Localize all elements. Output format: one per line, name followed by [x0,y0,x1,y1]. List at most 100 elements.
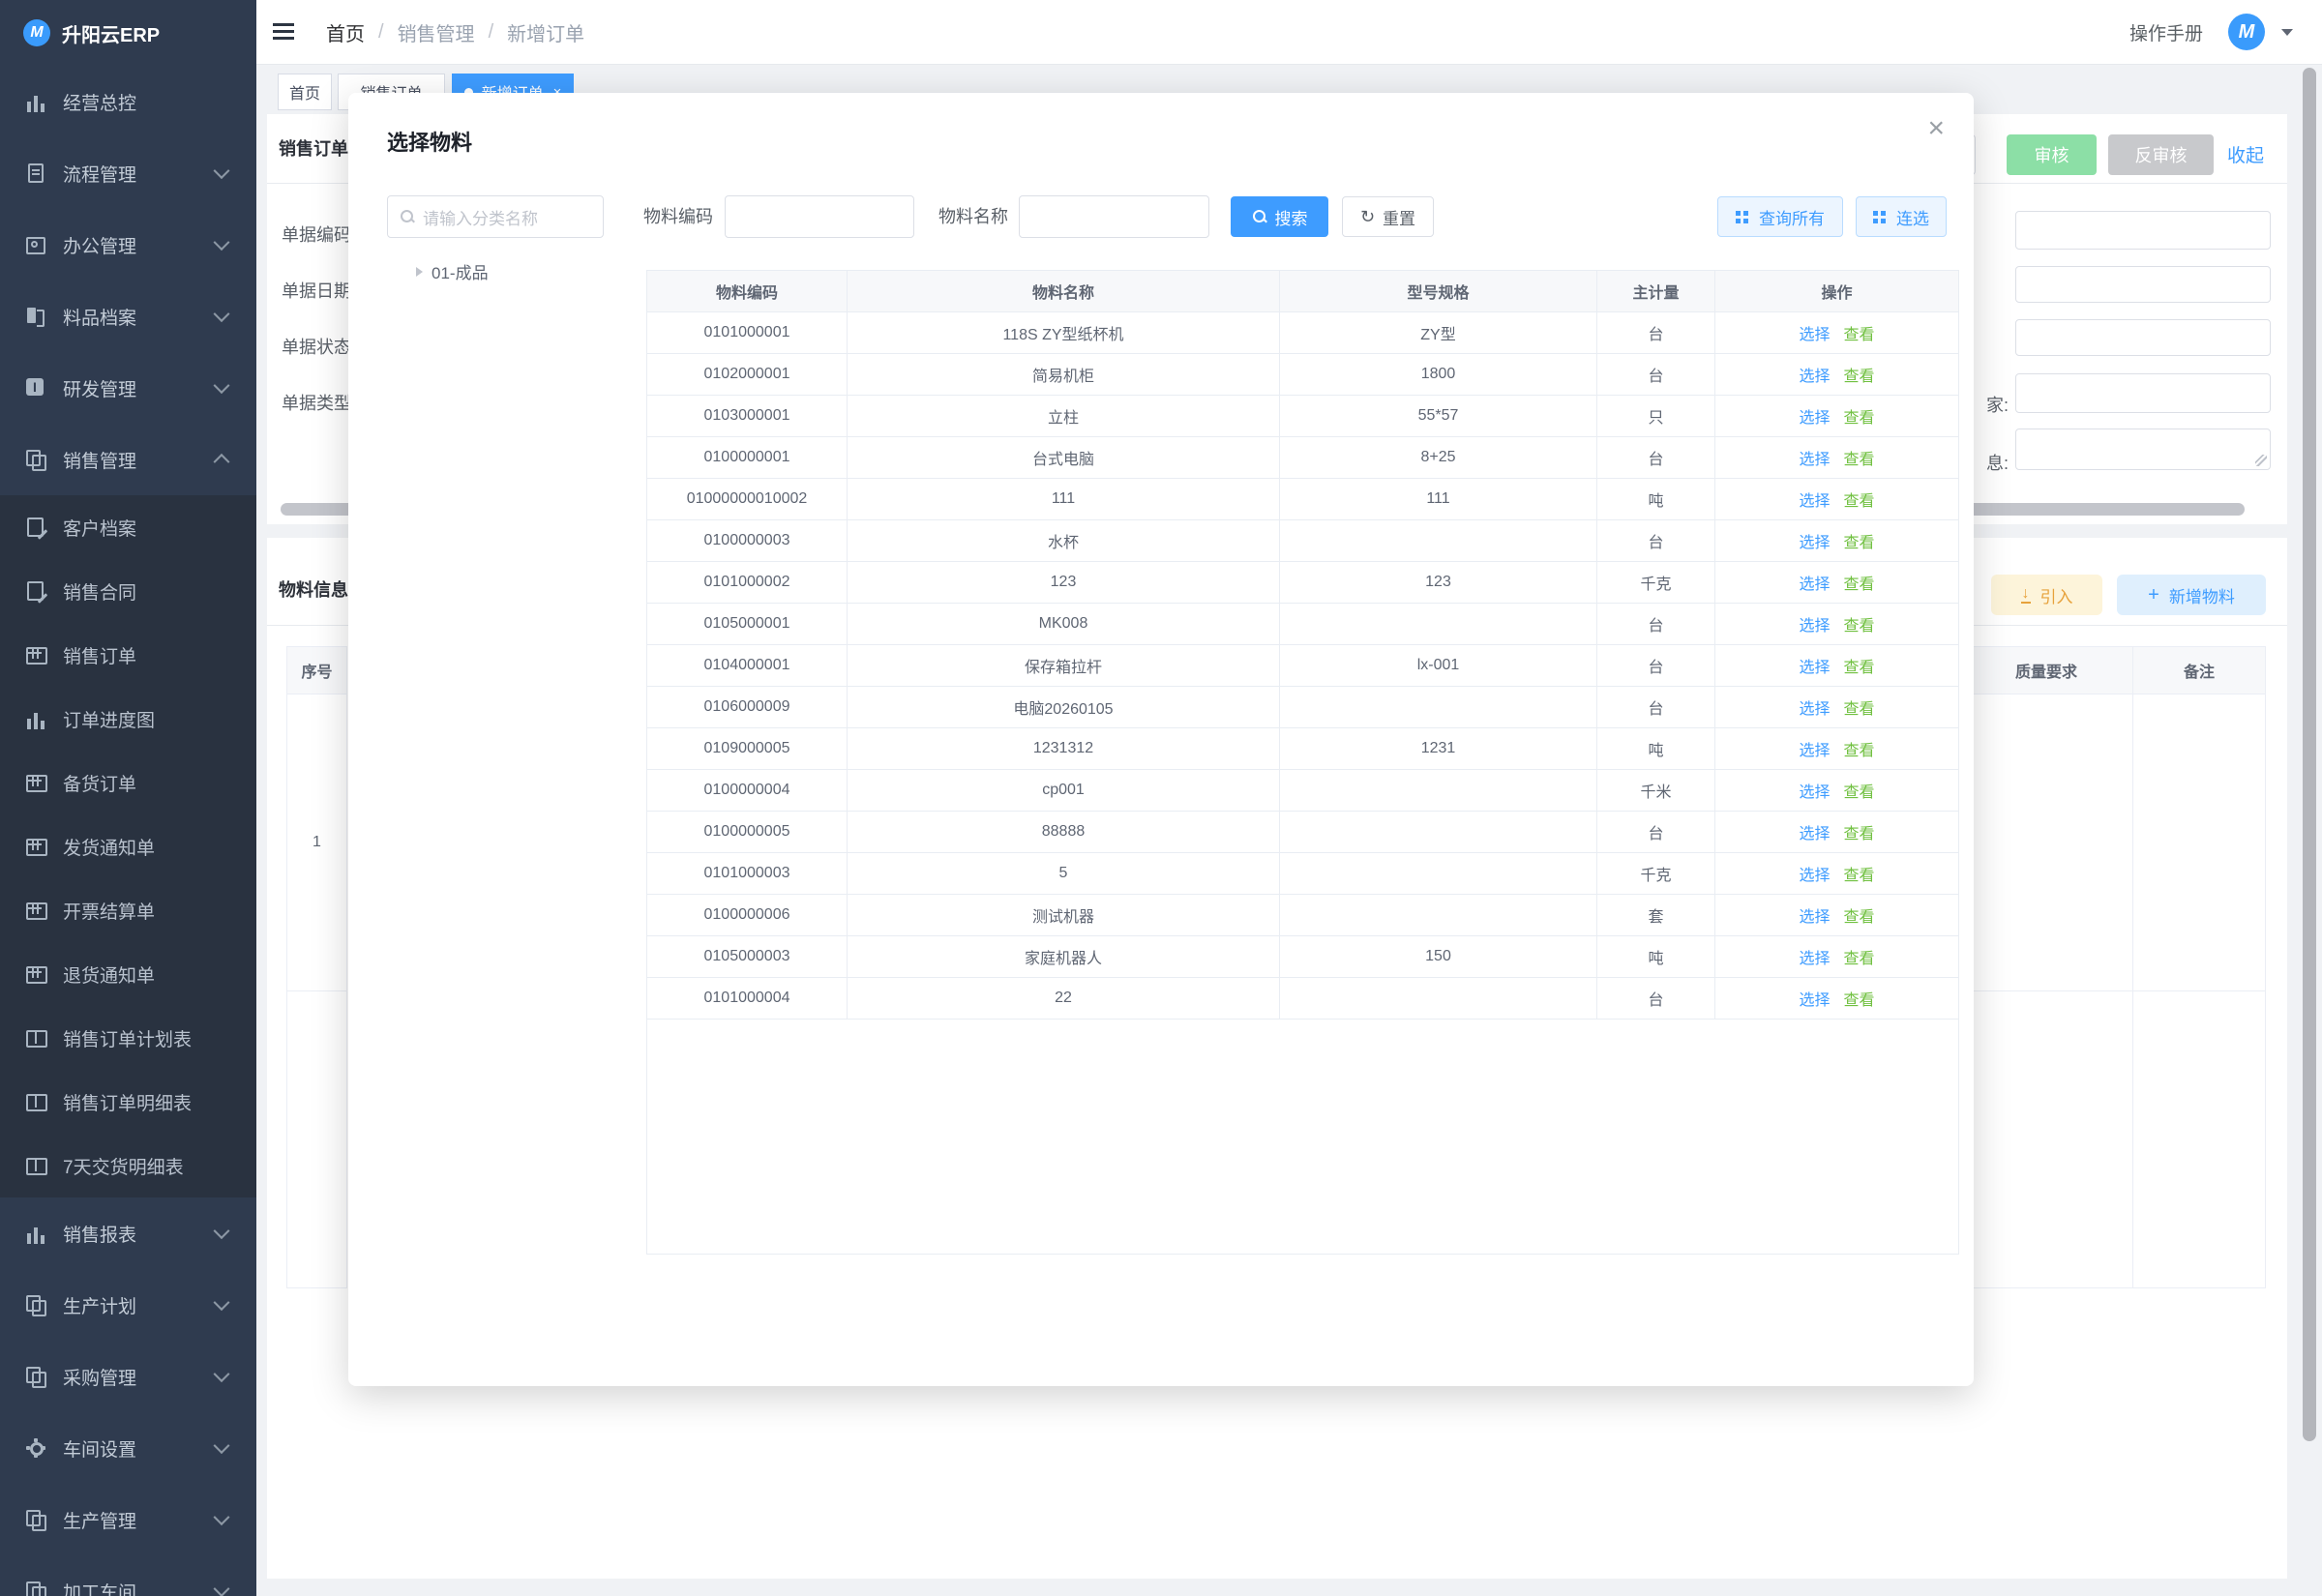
grid-icon [1736,211,1741,216]
select-link[interactable]: 选择 [1799,612,1830,635]
view-link[interactable]: 查看 [1844,820,1875,843]
view-link[interactable]: 查看 [1844,987,1875,1010]
sidebar-item[interactable]: 加工车间 [0,1555,256,1596]
sidebar-subitem[interactable]: 销售合同 [0,559,256,623]
right-form-input-4[interactable] [2015,373,2271,413]
sidebar-item[interactable]: 办公管理 [0,209,256,281]
view-link[interactable]: 查看 [1844,446,1875,469]
menu-icon [25,91,46,112]
sidebar-subitem[interactable]: 销售订单明细表 [0,1070,256,1134]
avatar[interactable]: M [2228,14,2265,50]
sidebar-item[interactable]: 采购管理 [0,1341,256,1412]
view-link[interactable]: 查看 [1844,654,1875,677]
select-link[interactable]: 选择 [1799,529,1830,552]
select-link[interactable]: 选择 [1799,404,1830,428]
right-form-input-3[interactable] [2015,319,2271,356]
material-code-input[interactable] [725,195,914,238]
cell-name: MK008 [848,604,1280,645]
view-link[interactable]: 查看 [1844,529,1875,552]
sidebar-subitem[interactable]: 发货通知单 [0,814,256,878]
select-link[interactable]: 选择 [1799,987,1830,1010]
sidebar-subitem[interactable]: 客户档案 [0,495,256,559]
hamburger-icon[interactable] [273,23,294,41]
select-link[interactable]: 选择 [1799,862,1830,885]
sidebar-subitem[interactable]: 退货通知单 [0,942,256,1006]
vertical-scrollbar[interactable] [2303,68,2316,1441]
cell-actions: 选择 查看 [1715,770,1958,812]
sidebar-item[interactable]: 生产计划 [0,1269,256,1341]
view-link[interactable]: 查看 [1844,404,1875,428]
right-form-input-1[interactable] [2015,211,2271,250]
sidebar-item[interactable]: 车间设置 [0,1412,256,1484]
material-name-input[interactable] [1019,195,1209,238]
sidebar-subitem[interactable]: 销售订单 [0,623,256,687]
select-link[interactable]: 选择 [1799,654,1830,677]
remark-textarea[interactable] [2015,429,2271,470]
select-link[interactable]: 选择 [1799,363,1830,386]
sidebar-item[interactable]: 销售报表 [0,1197,256,1269]
sidebar-item[interactable]: 料品档案 [0,281,256,352]
select-link[interactable]: 选择 [1799,571,1830,594]
user-menu-caret-icon[interactable] [2281,29,2293,36]
cell-unit: 千克 [1597,853,1715,895]
tree-node-finished-goods[interactable]: 01-成品 [416,259,489,283]
view-link[interactable]: 查看 [1844,737,1875,760]
sidebar-item[interactable]: 经营总控 [0,66,256,137]
cell-code: 0101000003 [647,853,848,895]
select-link[interactable]: 选择 [1799,903,1830,927]
breadcrumb-home[interactable]: 首页 [326,18,365,46]
select-link[interactable]: 选择 [1799,779,1830,802]
sidebar-subitem[interactable]: 订单进度图 [0,687,256,751]
query-all-button[interactable]: 查询所有 [1717,196,1843,237]
audit-button[interactable]: 审核 [2007,134,2097,175]
sidebar-subitem[interactable]: 开票结算单 [0,878,256,942]
import-button[interactable]: ↓ 引入 [1991,575,2102,615]
table-row: 0100000005 88888 台 选择 查看 [647,812,1958,853]
reset-button[interactable]: ↻ 重置 [1342,196,1434,237]
add-material-button[interactable]: + 新增物料 [2117,575,2266,615]
column-header-code: 物料编码 [647,271,848,312]
view-link[interactable]: 查看 [1844,695,1875,719]
select-link[interactable]: 选择 [1799,945,1830,968]
sidebar-item[interactable]: 研发管理 [0,352,256,424]
close-icon[interactable]: × [1927,114,1945,143]
cell-unit: 吨 [1597,479,1715,520]
category-search-input[interactable]: 请输入分类名称 [387,195,604,238]
resize-grip-icon[interactable] [2255,455,2267,466]
tab-home[interactable]: 首页 [278,74,332,110]
select-link[interactable]: 选择 [1799,737,1830,760]
select-link[interactable]: 选择 [1799,321,1830,344]
manual-link[interactable]: 操作手册 [2129,19,2203,45]
tab-label: 首页 [289,80,320,103]
sidebar-subitem[interactable]: 备货订单 [0,751,256,814]
view-link[interactable]: 查看 [1844,779,1875,802]
sidebar-item[interactable]: 生产管理 [0,1484,256,1555]
view-link[interactable]: 查看 [1844,862,1875,885]
search-button[interactable]: 搜索 [1231,196,1328,237]
sidebar-item[interactable]: 流程管理 [0,137,256,209]
sidebar-subitem[interactable]: 7天交货明细表 [0,1134,256,1197]
sidebar-subitem[interactable]: 销售订单计划表 [0,1006,256,1070]
select-link[interactable]: 选择 [1799,820,1830,843]
view-link[interactable]: 查看 [1844,488,1875,511]
cell-name: 123 [848,562,1280,604]
view-link[interactable]: 查看 [1844,945,1875,968]
collapse-link[interactable]: 收起 [2227,141,2264,167]
view-link[interactable]: 查看 [1844,571,1875,594]
select-link[interactable]: 选择 [1799,695,1830,719]
app-logo[interactable]: M 升阳云ERP [0,0,256,66]
view-link[interactable]: 查看 [1844,363,1875,386]
column-header-seq: 序号 [286,646,347,695]
view-link[interactable]: 查看 [1844,321,1875,344]
sidebar-item[interactable]: 销售管理 [0,424,256,495]
multi-select-button[interactable]: 连选 [1856,196,1947,237]
select-link[interactable]: 选择 [1799,446,1830,469]
cell-name: 台式电脑 [848,437,1280,479]
view-link[interactable]: 查看 [1844,612,1875,635]
select-link[interactable]: 选择 [1799,488,1830,511]
view-link[interactable]: 查看 [1844,903,1875,927]
cell-actions: 选择 查看 [1715,645,1958,687]
cell-actions: 选择 查看 [1715,728,1958,770]
right-form-input-2[interactable] [2015,266,2271,303]
unaudit-button[interactable]: 反审核 [2108,134,2214,175]
